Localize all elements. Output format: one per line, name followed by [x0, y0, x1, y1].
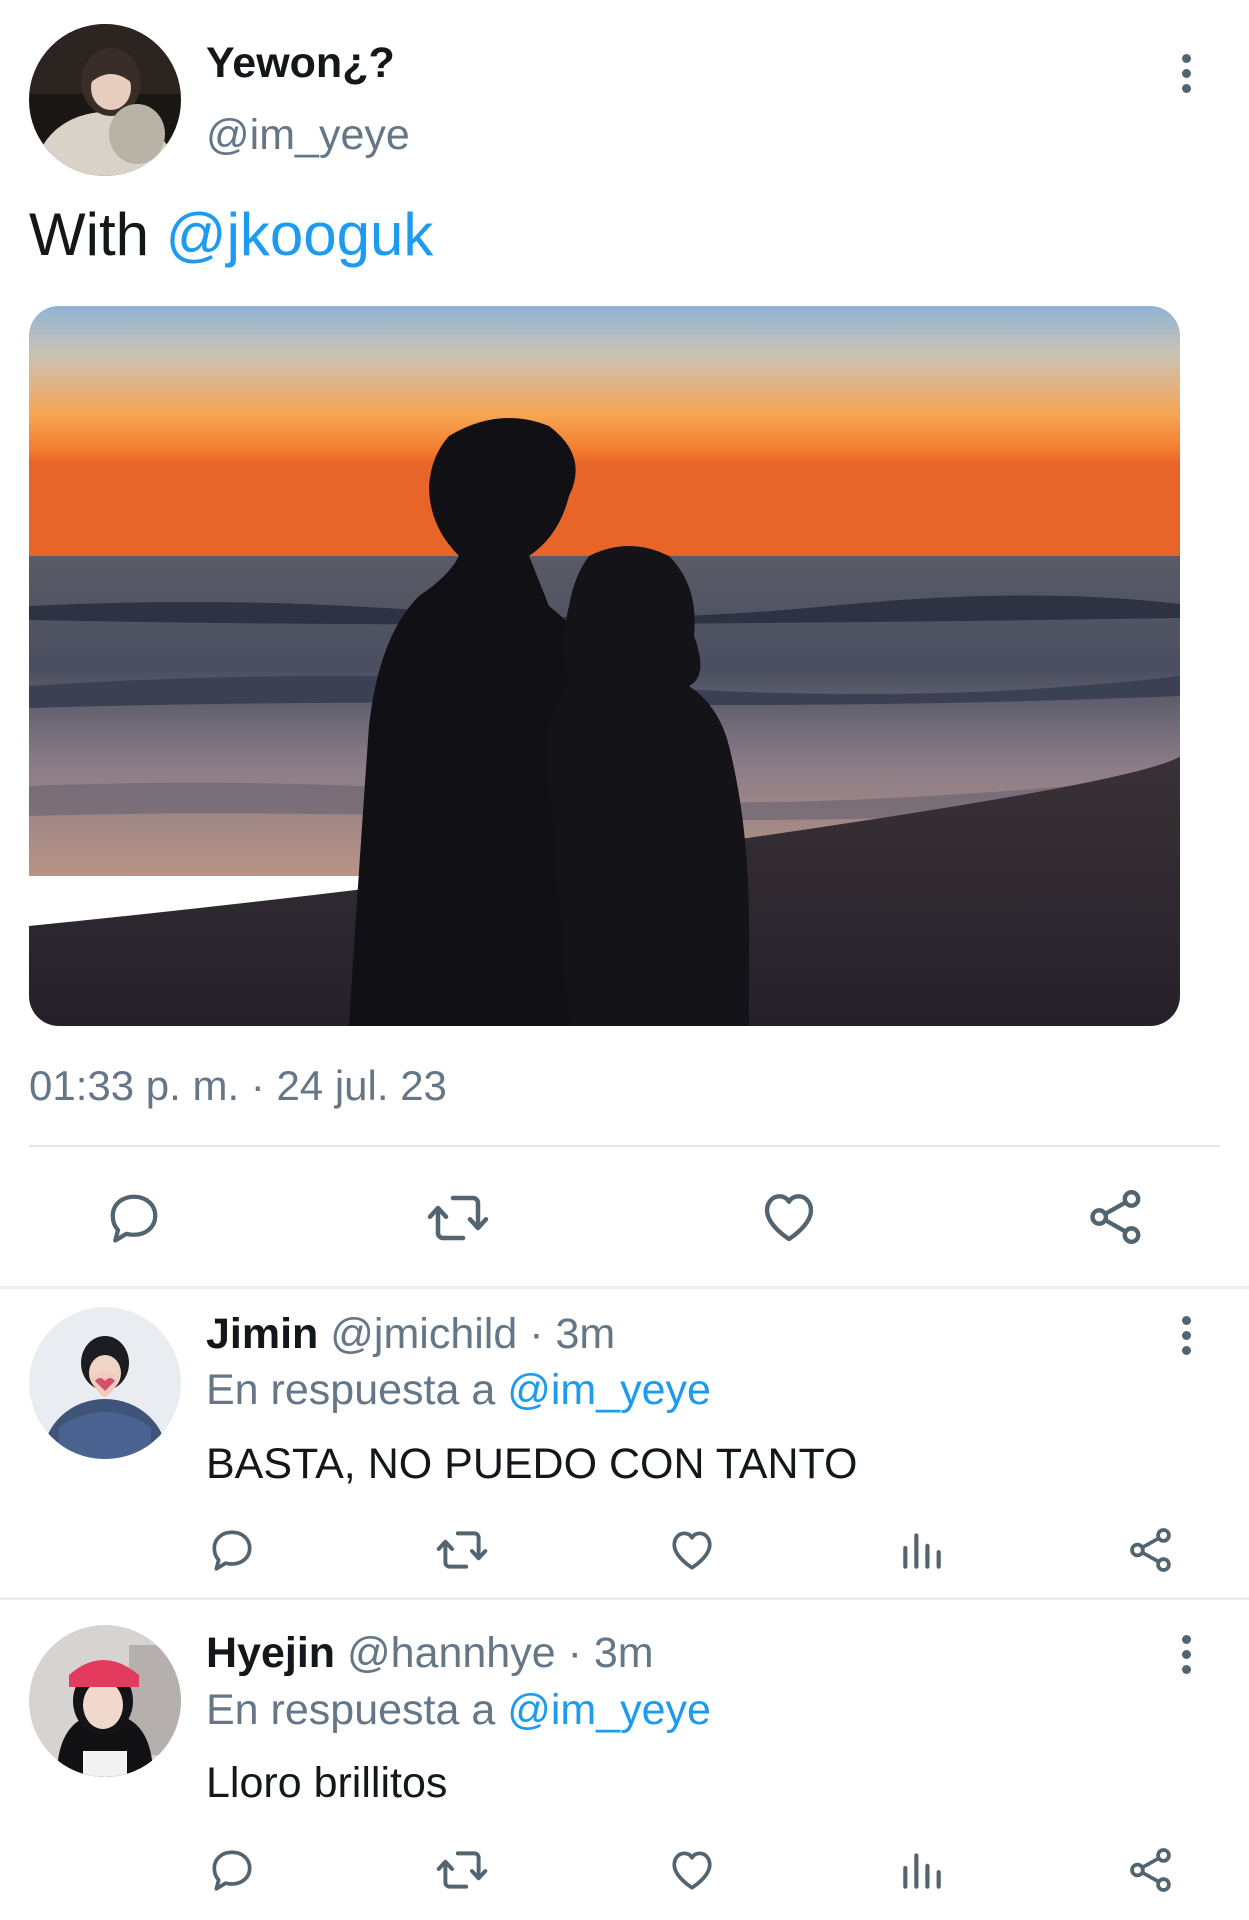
tweet-photo[interactable] [29, 306, 1180, 1026]
retweet-button[interactable] [435, 1845, 489, 1895]
heart-icon [672, 1531, 712, 1570]
reply-author-name[interactable]: Hyejin [206, 1629, 335, 1677]
timestamp-divider [29, 1145, 1220, 1147]
share-button[interactable] [1085, 1186, 1147, 1248]
retweet-icon [436, 1531, 488, 1569]
heart-icon [764, 1194, 814, 1242]
view-stats-button[interactable] [897, 1525, 947, 1575]
view-stats-button[interactable] [897, 1845, 947, 1895]
tweet-timestamp: 01:33 p. m. · 24 jul. 23 [29, 1062, 447, 1109]
more-options-button[interactable] [1166, 43, 1206, 103]
speech-bubble-icon [212, 1530, 252, 1571]
reply-header: Jimin @jmichild · 3m [206, 1308, 615, 1360]
reply-text: Lloro brillitos [206, 1759, 448, 1807]
like-button[interactable] [758, 1186, 820, 1248]
retweet-button[interactable] [425, 1188, 491, 1248]
reply-button[interactable] [104, 1188, 164, 1248]
reply-context-prefix: En respuesta a [206, 1366, 496, 1414]
reply-author-handle[interactable]: @hannhye [347, 1629, 556, 1677]
more-options-button[interactable] [1166, 1305, 1206, 1365]
retweet-button[interactable] [435, 1525, 489, 1575]
speech-bubble-icon [212, 1850, 252, 1891]
reply-avatar[interactable] [29, 1307, 181, 1459]
share-icon [1130, 1848, 1171, 1892]
like-button[interactable] [667, 1845, 717, 1895]
reply-context: En respuesta a @im_yeye [206, 1364, 711, 1416]
share-button[interactable] [1126, 1525, 1176, 1575]
reply-context-mention[interactable]: @im_yeye [507, 1686, 711, 1734]
author-handle[interactable]: @im_yeye [206, 110, 410, 160]
more-vertical-icon [1181, 1634, 1191, 1644]
share-button[interactable] [1126, 1845, 1176, 1895]
section-divider [0, 1597, 1249, 1600]
tweet-text: With @jkooguk [29, 200, 433, 270]
reply-avatar[interactable] [29, 1625, 181, 1777]
share-icon [1090, 1190, 1141, 1244]
reply-author-name[interactable]: Jimin [206, 1310, 318, 1358]
reply-context-prefix: En respuesta a [206, 1686, 496, 1734]
share-icon [1130, 1528, 1171, 1572]
heart-icon [672, 1851, 712, 1890]
author-name[interactable]: Yewon¿? [206, 38, 395, 88]
reply-text: BASTA, NO PUEDO CON TANTO [206, 1440, 858, 1488]
reply-button[interactable] [207, 1845, 257, 1895]
reply-context: En respuesta a @im_yeye [206, 1684, 711, 1736]
reply-button[interactable] [207, 1525, 257, 1575]
more-vertical-icon [1181, 53, 1191, 63]
reply-time: · 3m [567, 1629, 654, 1677]
author-avatar[interactable] [29, 24, 181, 176]
like-button[interactable] [667, 1525, 717, 1575]
bar-chart-icon [903, 1533, 941, 1569]
speech-bubble-icon [110, 1194, 158, 1243]
tweet-text-prefix: With [29, 201, 149, 268]
reply-header: Hyejin @hannhye · 3m [206, 1627, 654, 1679]
mention-link[interactable]: @jkooguk [166, 201, 434, 268]
reply-author-handle[interactable]: @jmichild [330, 1310, 517, 1358]
more-options-button[interactable] [1166, 1624, 1206, 1684]
bar-chart-icon [903, 1853, 941, 1889]
more-vertical-icon [1181, 1315, 1191, 1325]
reply-time: · 3m [529, 1310, 616, 1358]
section-divider [0, 1286, 1249, 1289]
reply-context-mention[interactable]: @im_yeye [507, 1366, 711, 1414]
retweet-icon [427, 1195, 489, 1241]
retweet-icon [436, 1851, 488, 1889]
